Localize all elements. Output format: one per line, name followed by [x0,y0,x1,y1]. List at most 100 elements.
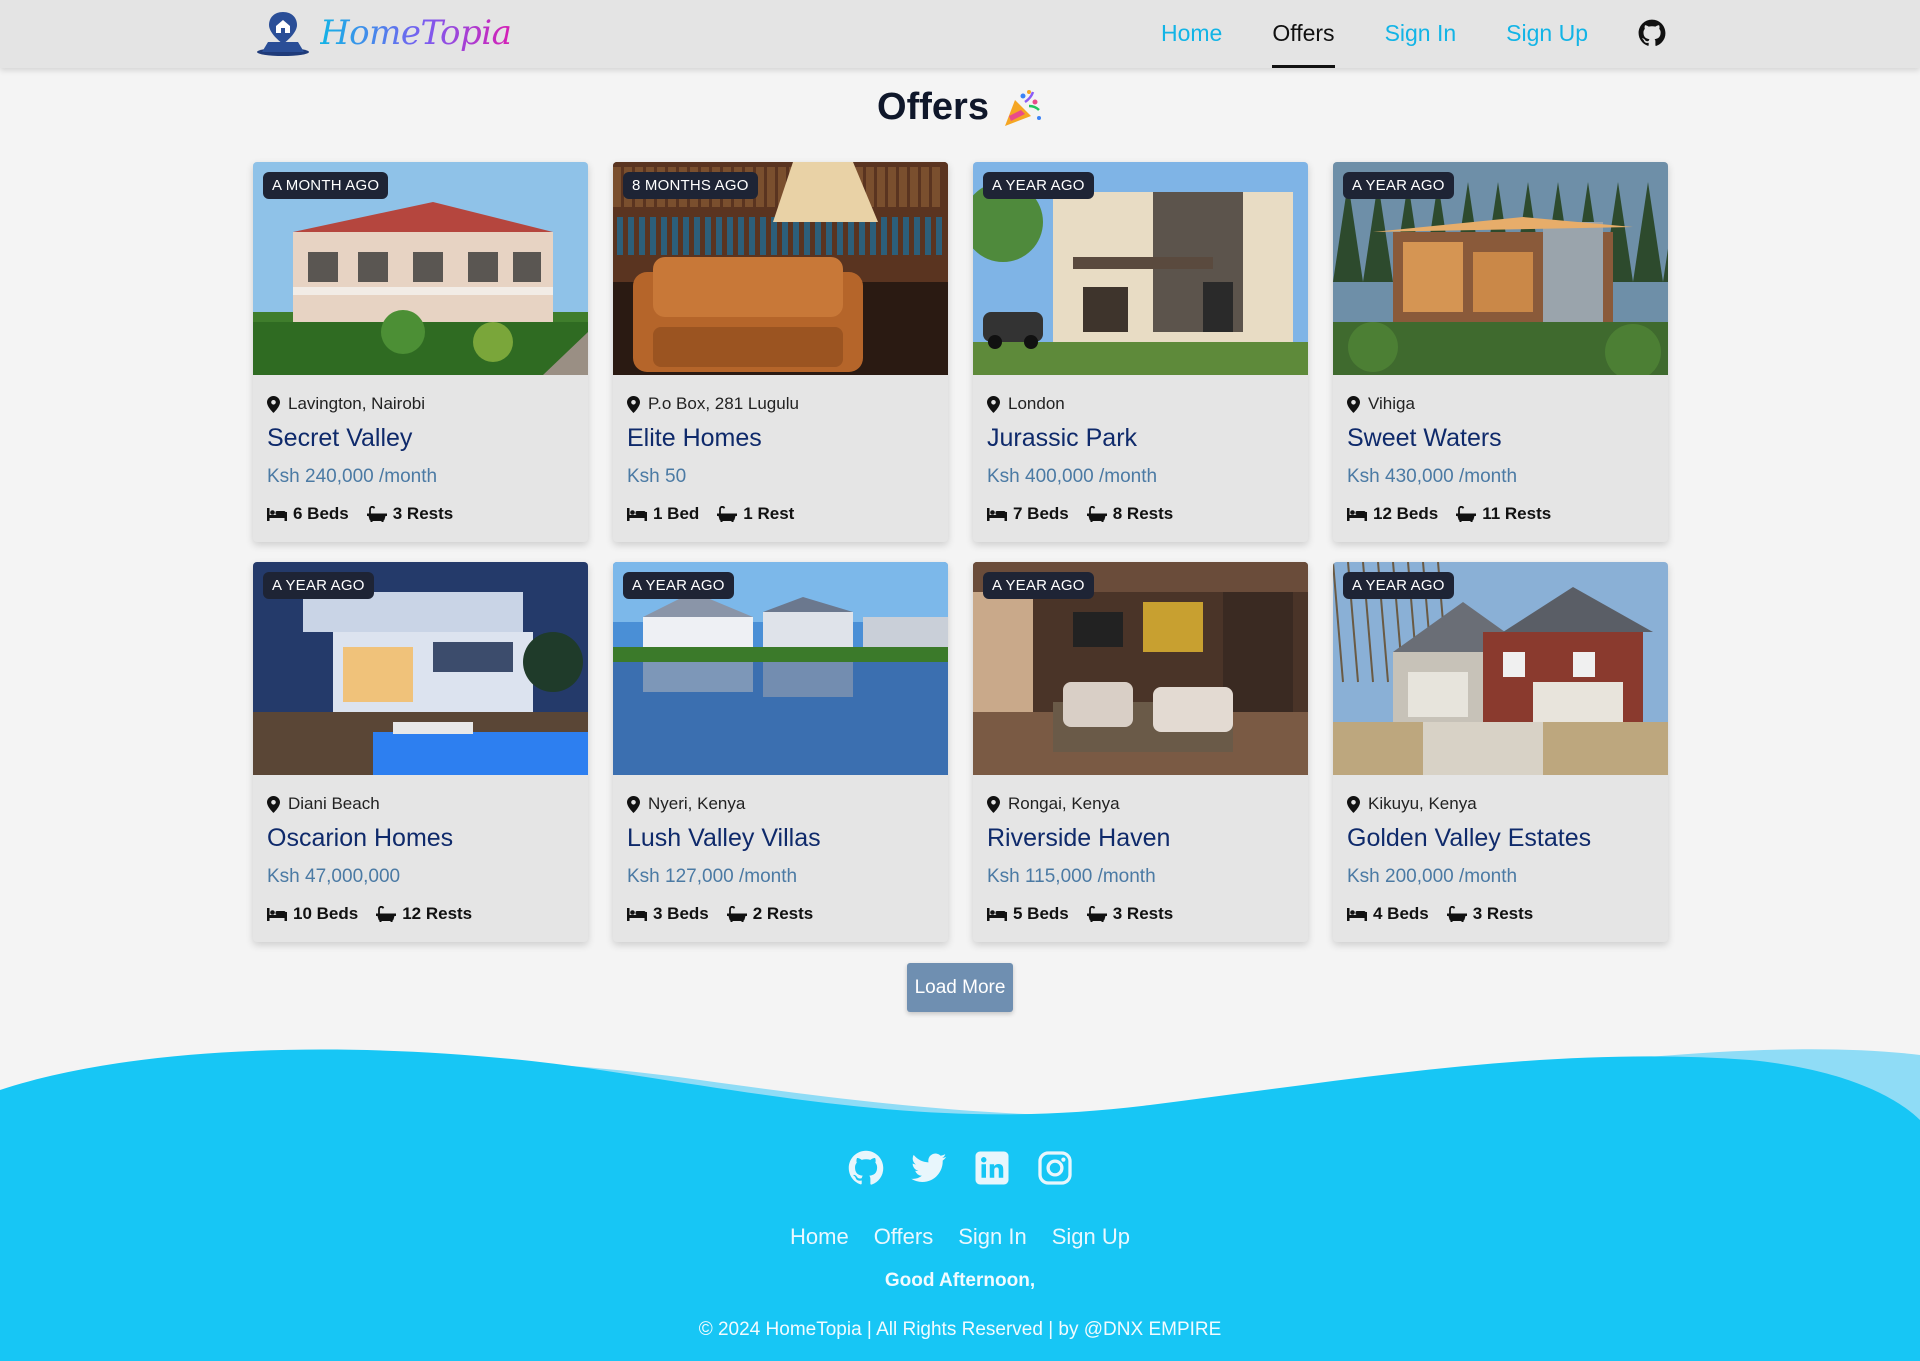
listing-specs: 7 Beds 8 Rests [987,504,1294,524]
footer-linkedin-link[interactable] [974,1150,1010,1186]
listing-name[interactable]: Golden Valley Estates [1347,824,1654,856]
bathtub-icon [726,906,747,922]
listing-name[interactable]: Lush Valley Villas [627,824,934,856]
nav-offers[interactable]: Offers [1272,0,1335,68]
footer-twitter-link[interactable] [910,1150,947,1186]
listing-age-badge: A YEAR AGO [983,572,1094,599]
listing-photo: A YEAR AGO [253,562,588,775]
listing-beds: 4 Beds [1347,904,1429,924]
listing-baths-text: 8 Rests [1112,504,1174,523]
listing-photo: A YEAR AGO [1333,562,1668,775]
listing-photo: 8 MONTHS AGO [613,162,948,375]
load-more-button[interactable]: Load More [907,963,1013,1012]
listing-location-text: Vihiga [1368,394,1415,413]
listing-card[interactable]: 8 MONTHS AGO P.o Box, 281 Lugulu Elite H… [613,162,948,542]
listing-beds: 1 Bed [627,504,699,524]
bathtub-icon [1086,906,1107,922]
listing-card[interactable]: A YEAR AGO Nyeri, Kenya Lush Valley Vill… [613,562,948,942]
social-links [0,1150,1920,1186]
listing-specs: 4 Beds 3 Rests [1347,904,1654,924]
listing-beds-text: 5 Beds [1013,904,1069,923]
listing-price: Ksh 50 [627,466,687,487]
listing-location: Kikuyu, Kenya [1347,792,1654,816]
footer-instagram-link[interactable] [1037,1150,1073,1186]
listing-card[interactable]: A MONTH AGO Lavington, Nairobi Secret Va… [253,162,588,542]
map-pin-icon [267,395,280,413]
listing-baths: 8 Rests [1086,504,1174,524]
map-pin-icon [627,395,640,413]
listing-baths-text: 1 Rest [743,504,795,523]
listing-age-badge: A YEAR AGO [623,572,734,599]
footer-nav: Home Offers Sign In Sign Up [0,1224,1920,1250]
footer-nav-home[interactable]: Home [790,1224,849,1250]
party-popper-icon [1004,89,1041,126]
nav-github-link[interactable] [1638,0,1666,68]
listing-card[interactable]: A YEAR AGO Diani Beach Oscarion Homes Ks… [253,562,588,942]
listing-beds-text: 1 Bed [653,504,700,523]
listing-name[interactable]: Oscarion Homes [267,824,574,856]
bathtub-icon [1456,506,1477,522]
listing-location-text: Diani Beach [288,794,380,813]
listing-card[interactable]: A YEAR AGO London Jurassic Park Ksh 400,… [973,162,1308,542]
logo[interactable]: HomeTopia [254,8,512,58]
listing-card[interactable]: A YEAR AGO Rongai, Kenya Riverside Haven… [973,562,1308,942]
listing-baths-text: 3 Rests [1472,904,1534,923]
bed-icon [1347,908,1367,921]
footer-nav-sign-in[interactable]: Sign In [958,1224,1027,1250]
listing-baths: 3 Rests [366,504,453,524]
listing-beds: 3 Beds [627,904,709,924]
listing-price: Ksh 47,000,000 [267,866,401,887]
map-pin-icon [267,795,280,813]
bathtub-icon [366,506,387,522]
listing-baths: 11 Rests [1456,504,1551,524]
footer-nav-offers[interactable]: Offers [874,1224,934,1250]
bed-icon [627,908,647,921]
listing-location-text: Lavington, Nairobi [288,394,426,413]
listing-location-text: London [1008,394,1065,413]
listing-age-badge: 8 MONTHS AGO [623,172,758,199]
github-icon [1638,19,1666,46]
listing-name[interactable]: Sweet Waters [1347,424,1654,456]
listing-baths-text: 11 Rests [1482,504,1552,523]
map-pin-icon [987,795,1000,813]
logo-text: HomeTopia [320,13,512,53]
listing-name[interactable]: Jurassic Park [987,424,1294,456]
listing-name[interactable]: Secret Valley [267,424,574,456]
nav-home[interactable]: Home [1161,0,1222,68]
listing-baths-text: 2 Rests [752,904,814,923]
listing-card[interactable]: A YEAR AGO Vihiga Sweet Waters Ksh 430,0… [1333,162,1668,542]
listing-age-badge: A YEAR AGO [1343,172,1454,199]
listing-price: Ksh 127,000 /month [627,866,798,887]
listing-price: Ksh 240,000 /month [267,466,438,487]
listing-photo: A YEAR AGO [973,562,1308,775]
listing-age-badge: A YEAR AGO [263,572,374,599]
footer-github-link[interactable] [848,1150,884,1186]
house-pin-logo-icon [257,12,309,56]
listing-name[interactable]: Riverside Haven [987,824,1294,856]
listing-photo: A MONTH AGO [253,162,588,375]
listing-beds-text: 4 Beds [1373,904,1429,923]
listing-card[interactable]: A YEAR AGO Kikuyu, Kenya Golden Valley E… [1333,562,1668,942]
listing-price: Ksh 115,000 /month [987,866,1156,887]
listing-price: Ksh 200,000 /month [1347,866,1518,887]
listing-baths: 12 Rests [376,904,472,924]
site-header: HomeTopia Home Offers Sign In Sign Up [0,0,1920,68]
listing-specs: 5 Beds 3 Rests [987,904,1294,924]
listing-beds-text: 3 Beds [653,904,709,923]
listing-specs: 12 Beds 11 Rests [1347,504,1654,524]
page-title: Offers [0,86,1920,130]
listing-location-text: P.o Box, 281 Lugulu [648,394,799,413]
footer-nav-sign-up[interactable]: Sign Up [1052,1224,1130,1250]
listing-baths: 3 Rests [1446,904,1534,924]
listing-location: Lavington, Nairobi [267,392,574,416]
nav-sign-up[interactable]: Sign Up [1506,0,1588,68]
listing-name[interactable]: Elite Homes [627,424,934,456]
listing-age-badge: A YEAR AGO [983,172,1094,199]
listing-location: P.o Box, 281 Lugulu [627,392,934,416]
listing-beds: 10 Beds [267,904,358,924]
bed-icon [267,508,287,521]
listing-age-badge: A YEAR AGO [1343,572,1454,599]
listing-photo: A YEAR AGO [973,162,1308,375]
listing-location: Rongai, Kenya [987,792,1294,816]
nav-sign-in[interactable]: Sign In [1385,0,1457,68]
